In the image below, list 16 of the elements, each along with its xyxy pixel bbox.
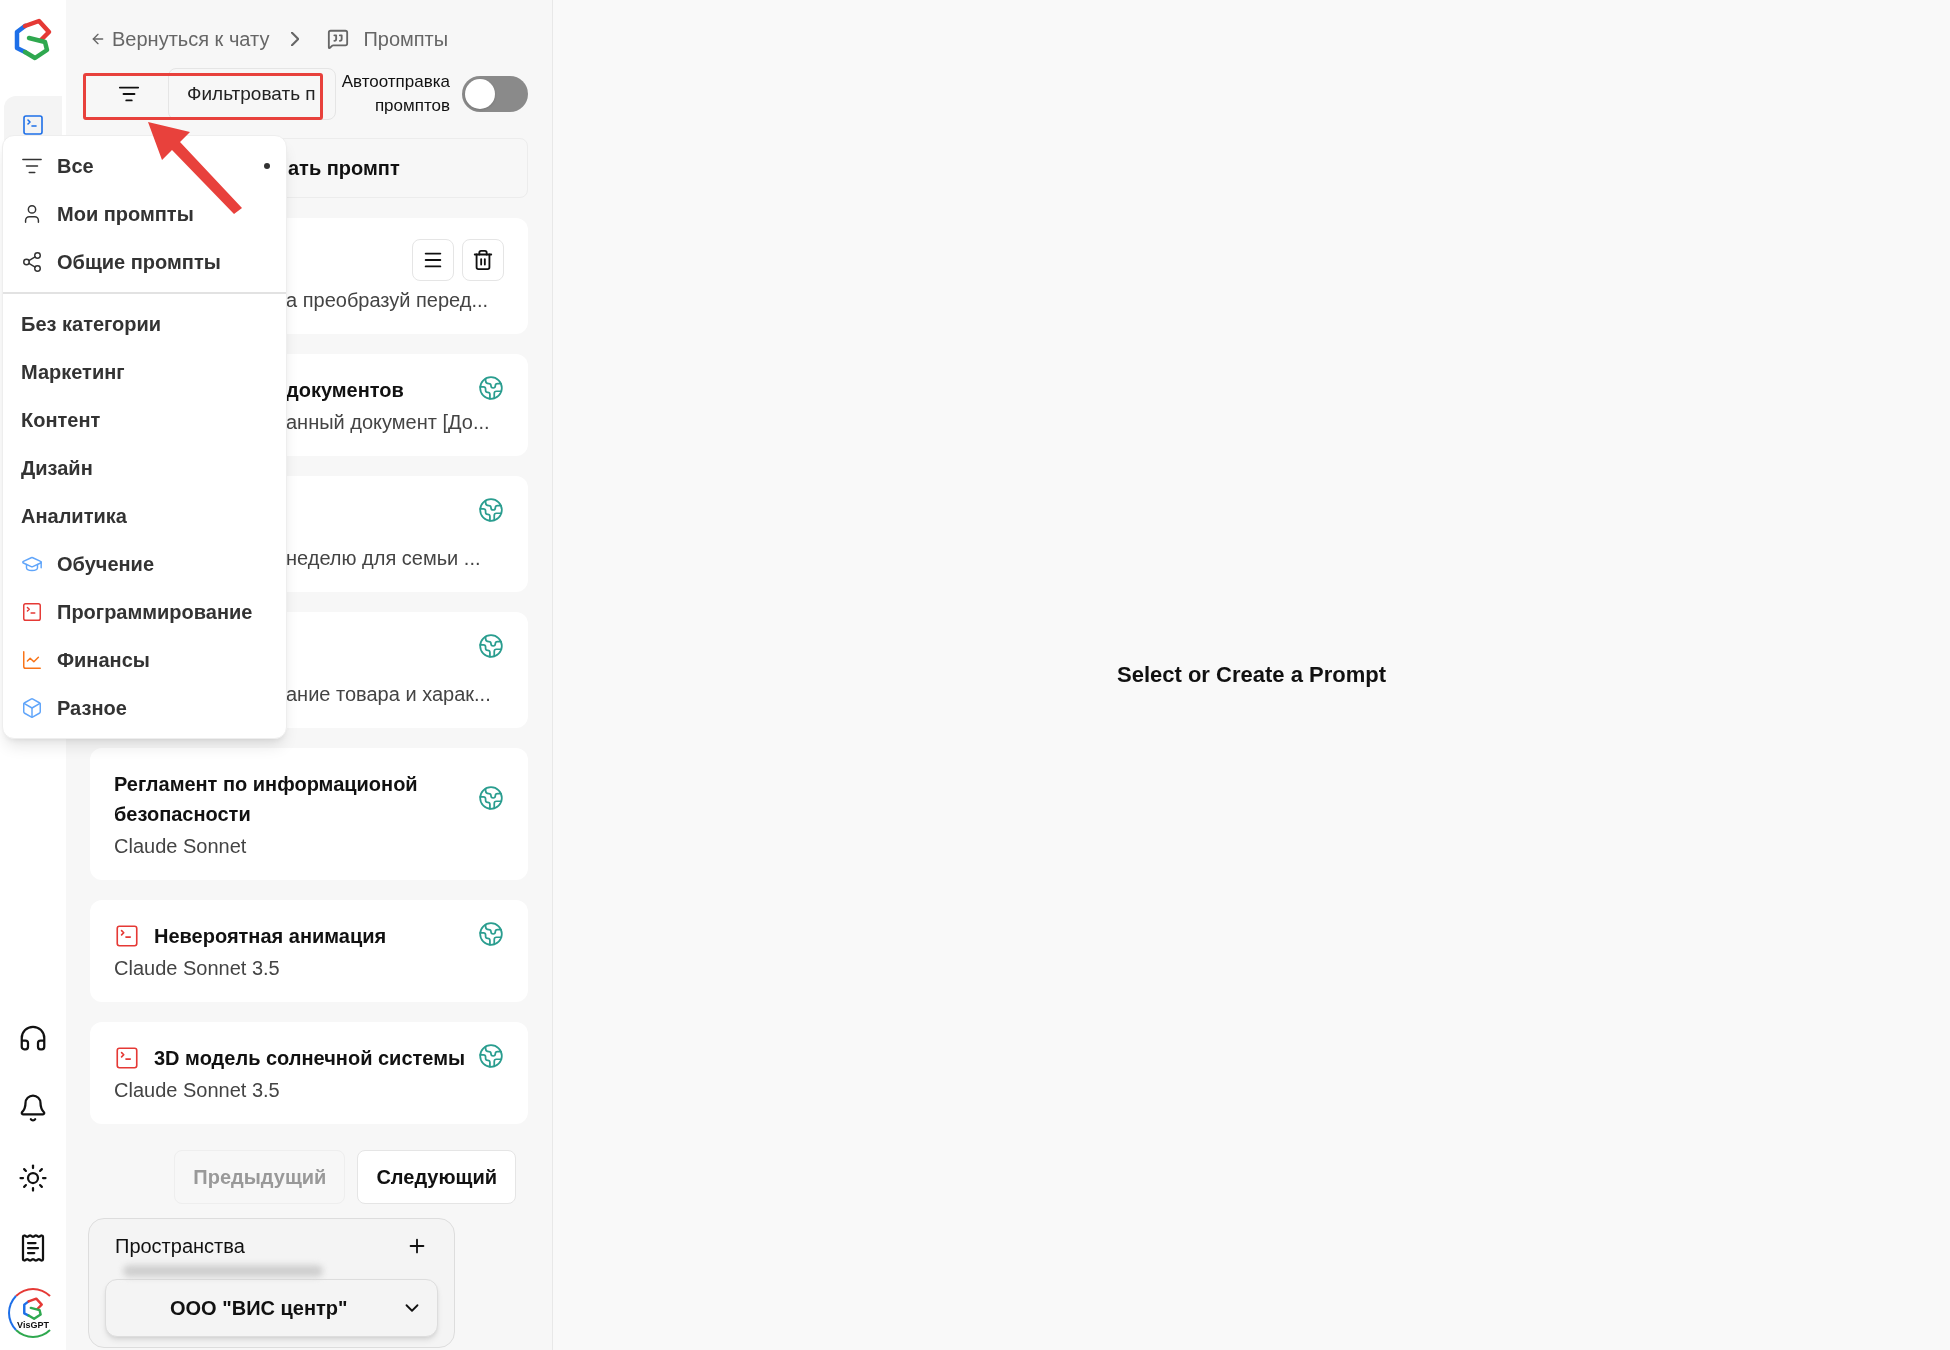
- spaces-title: Пространства: [115, 1234, 245, 1259]
- prompt-subtitle: Claude Sonnet 3.5: [114, 956, 280, 981]
- breadcrumb-current: Промпты: [363, 27, 449, 52]
- prompt-title: 3D модель солнечной системы: [154, 1046, 466, 1071]
- prompt-title: Регламент по информационой безопасности: [114, 772, 419, 827]
- prompt-title: документов: [286, 378, 404, 403]
- prompt-subtitle: а преобразуй перед...: [286, 288, 489, 313]
- prompt-title: Невероятная анимация: [154, 924, 387, 949]
- autosend-label: Автоотправка промптов: [340, 71, 450, 117]
- empty-state-message: Select or Create a Prompt: [1117, 660, 1386, 689]
- prompt-subtitle: ание товара и харак...: [286, 682, 491, 707]
- avatar-label: VisGPT: [17, 1320, 49, 1330]
- prompt-subtitle: анный документ [До...: [286, 410, 490, 435]
- prompt-subtitle: неделю для семьи ...: [286, 546, 481, 571]
- prompt-subtitle: Claude Sonnet: [114, 834, 247, 859]
- prompt-subtitle: Claude Sonnet 3.5: [114, 1078, 280, 1103]
